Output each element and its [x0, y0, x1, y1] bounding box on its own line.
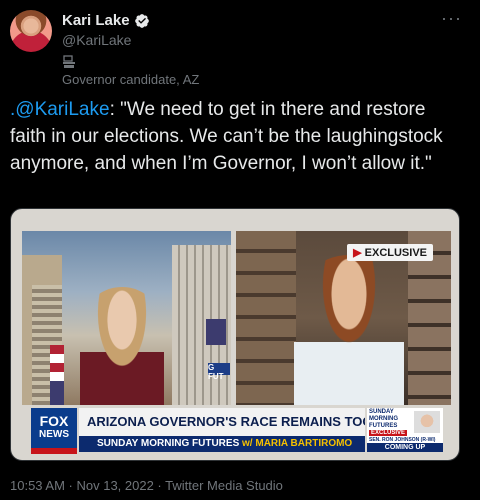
- tweet-header: Kari Lake @KariLake ··· Governor candida…: [10, 8, 470, 87]
- author-name-row[interactable]: Kari Lake: [62, 12, 150, 29]
- video-left-panel-host: G FUT: [22, 231, 231, 405]
- tweet-video[interactable]: G FUT ▶ EXCLUSIVE FOX NEWS ARIZONA GOVER…: [10, 208, 460, 461]
- logo-line-1: FOX: [39, 413, 69, 429]
- show-name: SUNDAY MORNING FUTURES: [97, 438, 240, 449]
- coming-up-promo: SUNDAY MORNING FUTURES EXCLUSIVE SEN. RO…: [367, 408, 443, 452]
- logo-red-strip: [31, 448, 77, 454]
- government-building-icon: [63, 55, 75, 68]
- tweet-timestamp-source[interactable]: 10:53 AM · Nov 13, 2022 · Twitter Media …: [10, 478, 283, 493]
- show-bar: SUNDAY MORNING FUTURES w/ MARIA BARTIROM…: [79, 436, 365, 452]
- ticker-fragment: G FUT: [208, 363, 230, 381]
- avatar[interactable]: [10, 10, 52, 52]
- promo-title: SUNDAY MORNING FUTURES: [369, 409, 398, 429]
- mention-link[interactable]: .@KariLake: [10, 99, 110, 120]
- promo-exclusive: EXCLUSIVE: [369, 430, 408, 436]
- host-name: w/ MARIA BARTIROMO: [242, 438, 353, 449]
- promo-guest-photo: [414, 411, 440, 433]
- more-options-icon[interactable]: ···: [441, 8, 462, 29]
- promo-coming-up: COMING UP: [367, 443, 443, 452]
- fox-news-logo: FOX NEWS: [31, 408, 77, 448]
- author-handle[interactable]: @KariLake: [62, 32, 131, 48]
- author-name[interactable]: Kari Lake: [62, 12, 130, 29]
- tweet-text: .@KariLake: "We need to get in there and…: [10, 96, 465, 177]
- account-label[interactable]: Governor candidate, AZ: [62, 72, 199, 87]
- video-right-panel-guest: ▶ EXCLUSIVE: [236, 231, 451, 405]
- logo-line-2: NEWS: [39, 429, 69, 440]
- verified-badge-icon: [134, 13, 149, 28]
- lower-third-banner: FOX NEWS ARIZONA GOVERNOR'S RACE REMAINS…: [11, 405, 459, 460]
- exclusive-badge: ▶ EXCLUSIVE: [347, 244, 433, 261]
- headline-bar: ARIZONA GOVERNOR'S RACE REMAINS TOO CLOS…: [79, 408, 365, 436]
